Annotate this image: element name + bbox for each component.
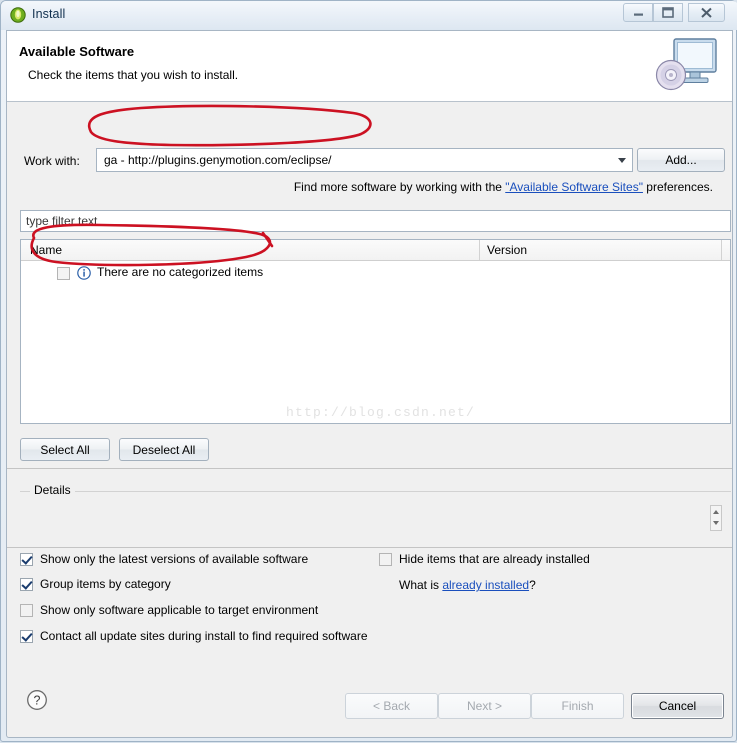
checkbox-group-by-category[interactable] xyxy=(20,577,33,591)
work-with-label: Work with: xyxy=(24,154,80,168)
option-target-environment[interactable]: Show only software applicable to target … xyxy=(20,603,318,617)
page-subtitle: Check the items that you wish to install… xyxy=(28,68,239,82)
column-header-version[interactable]: Version xyxy=(487,243,527,257)
checkbox-target-environment[interactable] xyxy=(20,603,33,617)
find-more-suffix: preferences. xyxy=(642,180,713,194)
title-bar: Install xyxy=(1,1,737,30)
cancel-button[interactable]: Cancel xyxy=(631,693,724,719)
back-button[interactable]: < Back xyxy=(345,693,438,719)
option-group-by-category[interactable]: Group items by category xyxy=(20,577,171,591)
finish-button[interactable]: Finish xyxy=(531,693,624,719)
banner: Available Software Check the items that … xyxy=(7,31,732,102)
info-icon xyxy=(77,266,91,280)
checkbox-contact-update-sites[interactable] xyxy=(20,629,33,643)
eclipse-icon xyxy=(10,7,26,23)
monitor-disc-icon xyxy=(652,35,724,97)
work-with-value: ga - http://plugins.genymotion.com/eclip… xyxy=(104,153,332,167)
option-label: Show only the latest versions of availab… xyxy=(40,552,309,566)
svg-text:?: ? xyxy=(34,694,41,708)
maximize-icon[interactable] xyxy=(653,3,683,22)
available-software-sites-link[interactable]: "Available Software Sites" xyxy=(505,180,643,194)
add-button[interactable]: Add... xyxy=(637,148,725,172)
separator xyxy=(7,547,732,548)
column-divider[interactable] xyxy=(479,240,480,260)
filter-input[interactable]: type filter text xyxy=(20,210,731,232)
deselect-all-button[interactable]: Deselect All xyxy=(119,438,209,461)
option-show-latest-versions[interactable]: Show only the latest versions of availab… xyxy=(20,552,308,566)
option-contact-update-sites[interactable]: Contact all update sites during install … xyxy=(20,629,368,643)
row-checkbox[interactable] xyxy=(57,267,70,280)
select-all-button[interactable]: Select All xyxy=(20,438,110,461)
close-icon[interactable] xyxy=(688,3,725,22)
what-is-suffix: ? xyxy=(529,578,536,592)
scroll-up-icon[interactable] xyxy=(713,510,719,514)
row-name-label: There are no categorized items xyxy=(97,265,264,279)
table-header: Name Version xyxy=(21,240,730,261)
find-more-prefix: Find more software by working with the xyxy=(293,180,506,194)
option-hide-installed-items[interactable]: Hide items that are already installed xyxy=(379,552,590,566)
separator xyxy=(7,468,732,469)
details-group: Details xyxy=(20,483,731,538)
install-dialog-window: Install Available Software Check the ite… xyxy=(0,0,737,742)
find-more-software-text: Find more software by working with the "… xyxy=(294,180,713,194)
details-scroll-spinner[interactable] xyxy=(710,505,722,531)
window-title: Install xyxy=(32,7,66,21)
what-is-prefix: What is xyxy=(399,578,443,592)
scroll-down-icon[interactable] xyxy=(713,521,719,525)
minimize-icon[interactable] xyxy=(623,3,653,22)
checkbox-hide-installed-items[interactable] xyxy=(379,552,392,566)
filter-placeholder: type filter text xyxy=(26,214,98,228)
checkbox-show-latest-versions[interactable] xyxy=(20,552,33,566)
what-is-already-installed-text: What is already installed? xyxy=(399,578,536,592)
dialog-content: Available Software Check the items that … xyxy=(6,30,733,708)
column-header-name[interactable]: Name xyxy=(30,243,62,257)
details-label: Details xyxy=(30,483,75,497)
option-label: Show only software applicable to target … xyxy=(40,603,319,617)
already-installed-link[interactable]: already installed xyxy=(442,578,529,592)
dialog-footer: ? < Back Next > Finish Cancel xyxy=(6,678,733,738)
chevron-down-icon[interactable] xyxy=(618,158,626,163)
help-icon[interactable]: ? xyxy=(26,689,48,711)
work-with-combo[interactable]: ga - http://plugins.genymotion.com/eclip… xyxy=(96,148,633,172)
option-label: Group items by category xyxy=(40,577,171,591)
option-label: Contact all update sites during install … xyxy=(40,629,368,643)
table-row[interactable]: There are no categorized items xyxy=(21,263,730,285)
option-label: Hide items that are already installed xyxy=(399,552,590,566)
watermark-text: http://blog.csdn.net/ xyxy=(286,405,476,420)
next-button[interactable]: Next > xyxy=(438,693,531,719)
column-divider[interactable] xyxy=(721,240,722,260)
page-title: Available Software xyxy=(19,44,135,59)
software-table[interactable]: Name Version There are no categorized it… xyxy=(20,239,731,424)
details-frame xyxy=(20,491,731,538)
